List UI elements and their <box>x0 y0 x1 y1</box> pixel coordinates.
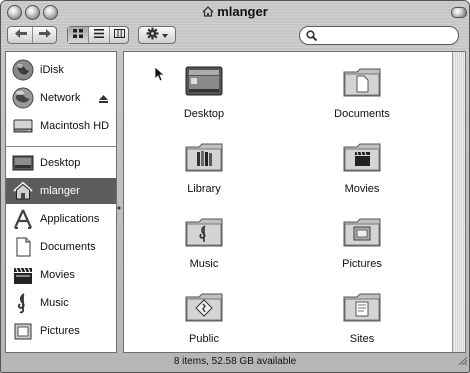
globe-icon <box>11 58 35 82</box>
chevron-down-icon <box>162 29 168 41</box>
sidebar-splitter-handle[interactable] <box>117 199 121 210</box>
sidebar-item-label: Movies <box>40 269 75 281</box>
action-menu-inner <box>139 27 175 43</box>
sidebar-item-label: Macintosh HD <box>40 120 110 132</box>
folder-item-pictures[interactable]: Pictures <box>302 212 422 270</box>
movies-folder-icon <box>343 143 381 172</box>
clapper-icon <box>11 263 35 287</box>
window-title: mlanger <box>217 4 268 19</box>
search-input[interactable] <box>320 28 454 44</box>
library-folder-icon <box>185 143 223 172</box>
search-field[interactable] <box>299 26 459 45</box>
music-folder-icon <box>185 218 223 247</box>
action-menu-button[interactable] <box>138 26 176 44</box>
folder-label: Sites <box>349 333 375 345</box>
sidebar-item-pictures[interactable]: Pictures <box>6 318 116 344</box>
home-icon <box>11 179 35 203</box>
sidebar-item-label: Pictures <box>40 325 80 337</box>
sidebar-item-movies[interactable]: Movies <box>6 262 116 288</box>
finder-window: mlanger iDisk Network Macintosh HD Deskt… <box>0 0 470 373</box>
sidebar-item-desktop[interactable]: Desktop <box>6 150 116 176</box>
sidebar-item-mlanger[interactable]: mlanger <box>6 178 116 204</box>
eject-icon[interactable] <box>99 94 108 106</box>
back-button[interactable] <box>8 27 33 43</box>
music-clef-icon <box>11 291 35 315</box>
applications-icon <box>11 207 35 231</box>
sidebar-item-label: Music <box>40 297 69 309</box>
sidebar-item-label: iDisk <box>40 64 64 76</box>
icon-view-icon <box>73 29 83 41</box>
folder-item-movies[interactable]: Movies <box>302 137 422 195</box>
forward-arrow-icon <box>39 29 51 41</box>
toolbar-toggle-button[interactable] <box>451 7 467 18</box>
list-view-button[interactable] <box>89 27 109 43</box>
desktop-folder-icon <box>185 66 223 96</box>
sidebar-divider <box>6 146 116 147</box>
sidebar-item-label: mlanger <box>40 185 80 197</box>
folder-label: Pictures <box>342 258 382 270</box>
folder-label: Music <box>189 258 219 270</box>
sidebar-item-documents[interactable]: Documents <box>6 234 116 260</box>
mouse-cursor-icon <box>154 66 166 87</box>
desktop-icon <box>11 151 35 175</box>
forward-button[interactable] <box>33 27 57 43</box>
folder-item-public[interactable]: Public <box>144 287 264 345</box>
folder-label: Documents <box>334 108 390 120</box>
file-browser-content[interactable]: Desktop Documents Library Movies Music P… <box>123 51 466 353</box>
pictures-folder-icon <box>343 218 381 247</box>
public-folder-icon <box>185 293 223 322</box>
picture-frame-icon <box>11 319 35 343</box>
sidebar-item-idisk[interactable]: iDisk <box>6 57 116 83</box>
gear-icon <box>146 27 159 43</box>
vertical-scrollbar[interactable] <box>452 52 465 352</box>
column-view-button[interactable] <box>110 27 129 43</box>
sidebar-item-label: Applications <box>40 213 100 225</box>
folder-label: Public <box>189 333 219 345</box>
sidebar-item-network[interactable]: Network <box>6 85 116 111</box>
folder-item-music[interactable]: Music <box>144 212 264 270</box>
sidebar-item-applications[interactable]: Applications <box>6 206 116 232</box>
sidebar-item-music[interactable]: Music <box>6 290 116 316</box>
hard-disk-icon <box>11 114 35 138</box>
sidebar-item-label: Documents <box>40 241 96 253</box>
network-globe-icon <box>11 86 35 110</box>
resize-grip-icon[interactable] <box>457 352 468 370</box>
column-view-icon <box>114 29 125 41</box>
folder-label: Library <box>187 183 221 195</box>
status-bar: 8 items, 52.58 GB available <box>173 356 297 367</box>
folder-item-sites[interactable]: Sites <box>302 287 422 345</box>
list-view-icon <box>94 29 104 41</box>
folder-item-documents[interactable]: Documents <box>302 62 422 120</box>
document-icon <box>11 235 35 259</box>
sidebar-item-macintosh-hd[interactable]: Macintosh HD <box>6 113 116 139</box>
documents-folder-icon <box>343 68 381 97</box>
back-arrow-icon <box>14 29 27 41</box>
sidebar-item-label: Network <box>40 92 81 104</box>
window-title-area: mlanger <box>1 4 469 20</box>
home-icon <box>202 5 214 20</box>
sidebar-item-label: Desktop <box>40 157 81 169</box>
icon-view-button[interactable] <box>68 27 88 43</box>
sidebar: iDisk Network Macintosh HD Desktop mlang… <box>5 51 117 353</box>
folder-item-library[interactable]: Library <box>144 137 264 195</box>
view-mode-control <box>67 26 129 44</box>
folder-label: Desktop <box>183 108 225 120</box>
back-forward-control <box>7 26 57 44</box>
folder-label: Movies <box>344 183 380 195</box>
title-bar[interactable]: mlanger <box>1 1 469 51</box>
sites-folder-icon <box>343 293 381 322</box>
